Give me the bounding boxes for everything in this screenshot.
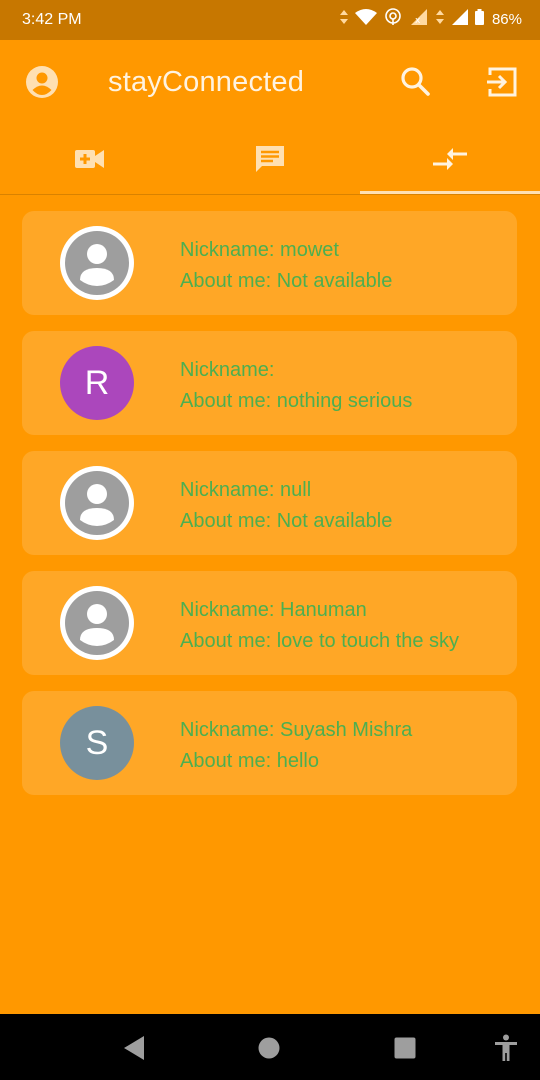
user-nickname: Nickname: Suyash Mishra (180, 719, 413, 741)
user-nickname: Nickname: mowet (180, 239, 339, 261)
app-title: stayConnected (108, 66, 305, 98)
battery-icon (474, 9, 484, 30)
avatar: S (60, 706, 134, 780)
user-info: Nickname: Hanuman About me: love to touc… (180, 595, 459, 657)
user-info: Nickname: mowet About me: Not available (180, 235, 392, 297)
default-avatar-icon (65, 231, 129, 295)
user-card[interactable]: Nickname: null About me: Not available (22, 451, 517, 555)
exit-icon[interactable] (484, 64, 522, 102)
tab-indicator (360, 191, 540, 194)
user-info: Nickname: null About me: Not available (180, 475, 392, 537)
svg-text:x: x (415, 16, 421, 25)
user-card[interactable]: Nickname: mowet About me: Not available (22, 211, 517, 315)
battery-percent: 86% (491, 11, 522, 28)
data-arrows-icon-2 (435, 9, 445, 30)
avatar (60, 586, 134, 660)
user-card[interactable]: Nickname: Hanuman About me: love to touc… (22, 571, 517, 675)
recents-icon[interactable] (391, 1034, 419, 1062)
tab-video-call[interactable] (0, 126, 180, 196)
tab-bar (0, 126, 540, 196)
default-avatar-icon (65, 471, 129, 535)
user-about: About me: nothing serious (180, 390, 413, 412)
user-card[interactable]: S Nickname: Suyash Mishra About me: hell… (22, 691, 517, 795)
avatar (60, 466, 134, 540)
user-about: About me: Not available (180, 510, 393, 532)
tabs-divider (0, 194, 540, 195)
avatar (60, 226, 134, 300)
avatar-letter: R (84, 363, 110, 402)
signal-icon: x (409, 9, 429, 30)
user-info: Nickname: About me: nothing serious (180, 355, 412, 417)
search-icon[interactable] (398, 64, 434, 100)
user-info: Nickname: Suyash Mishra About me: hello (180, 715, 412, 777)
user-nickname: Nickname: null (180, 479, 312, 501)
user-about: About me: Not available (180, 270, 393, 292)
tab-compare[interactable] (360, 126, 540, 196)
accessibility-icon[interactable] (492, 1034, 520, 1062)
wifi-icon (354, 9, 377, 30)
data-arrows-icon (339, 9, 349, 30)
user-about: About me: hello (180, 750, 319, 772)
system-nav-bar (0, 1014, 540, 1080)
status-time: 3:42 PM (22, 11, 82, 28)
status-bar: 3:42 PM x 86% (0, 0, 540, 40)
user-nickname: Nickname: (180, 359, 275, 381)
app-bar: stayConnected (0, 40, 540, 126)
home-icon[interactable] (255, 1034, 283, 1062)
back-icon[interactable] (120, 1034, 148, 1062)
user-card[interactable]: R Nickname: About me: nothing serious (22, 331, 517, 435)
avatar-letter: S (85, 723, 109, 762)
status-icons: x 86% (339, 8, 522, 31)
avatar: R (60, 346, 134, 420)
account-icon[interactable] (24, 64, 60, 100)
user-about: About me: love to touch the sky (180, 630, 460, 652)
compare-arrows-icon (433, 147, 467, 176)
video-call-icon (75, 148, 105, 175)
hotspot-icon (383, 8, 403, 31)
signal-strength-icon (451, 9, 469, 30)
chat-icon (254, 143, 286, 180)
user-list: Nickname: mowet About me: Not available … (22, 211, 517, 811)
user-nickname: Nickname: Hanuman (180, 599, 367, 621)
default-avatar-icon (65, 591, 129, 655)
tab-chat[interactable] (180, 126, 360, 196)
